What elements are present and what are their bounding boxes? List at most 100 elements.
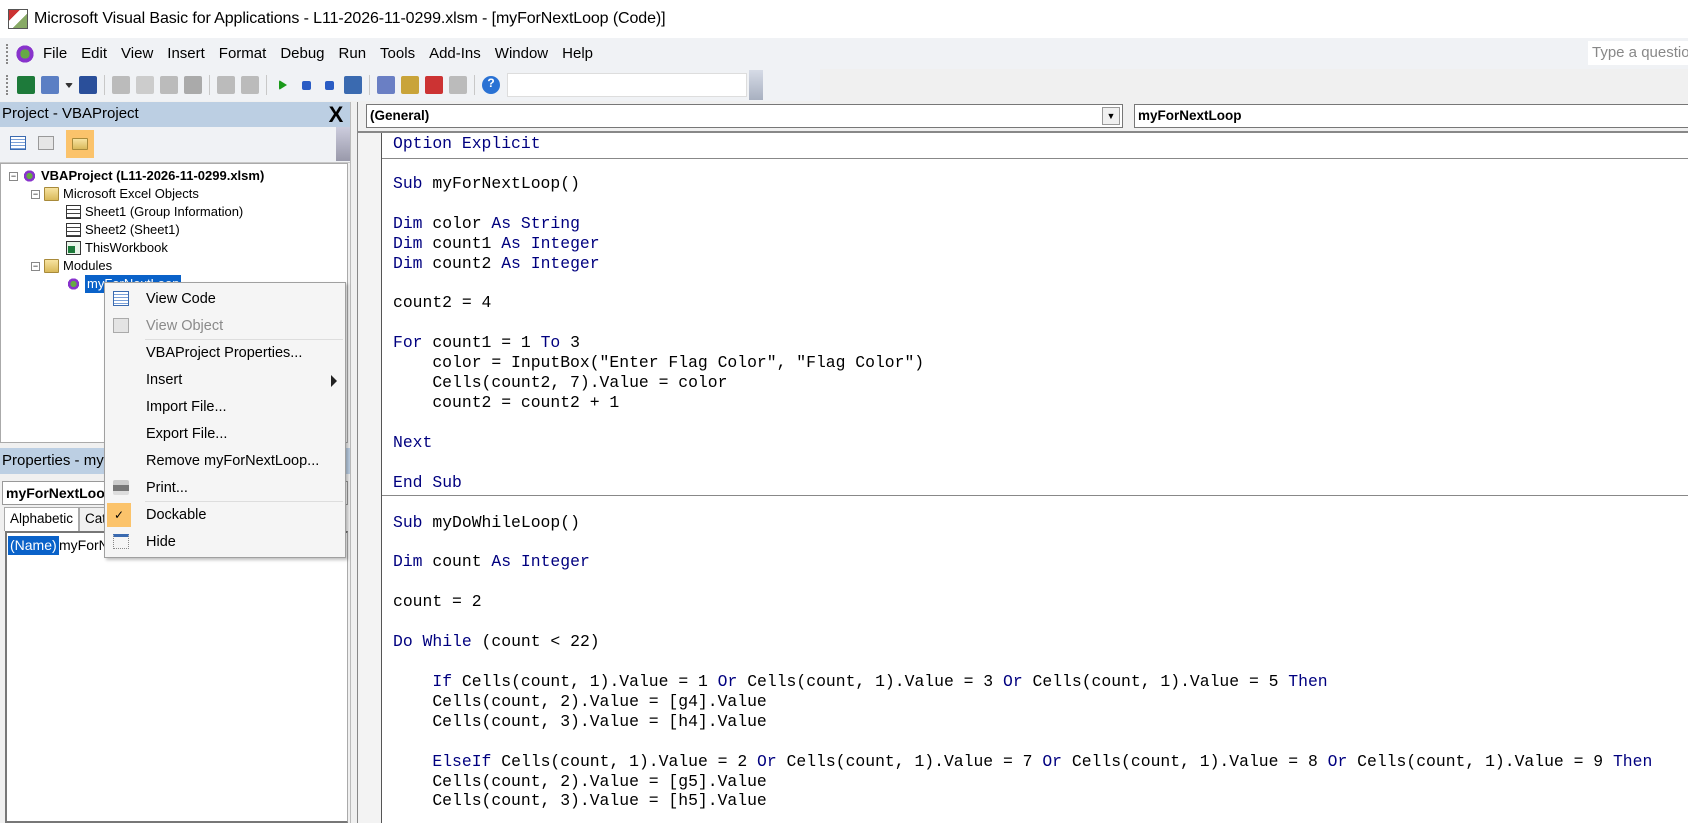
procedure-combo-value: myForNextLoop bbox=[1138, 108, 1242, 123]
collapse-icon[interactable]: − bbox=[31, 261, 40, 271]
redo-icon[interactable] bbox=[241, 76, 259, 94]
copy-icon[interactable] bbox=[136, 76, 154, 94]
chevron-down-icon[interactable]: ▼ bbox=[1102, 107, 1120, 125]
menu-item-label: View Code bbox=[146, 291, 216, 307]
help-search-input[interactable]: Type a question for help bbox=[1588, 41, 1688, 65]
toolbox-icon[interactable] bbox=[449, 76, 467, 94]
object-browser-icon[interactable] bbox=[425, 76, 443, 94]
menu-tools[interactable]: Tools bbox=[373, 45, 422, 62]
design-mode-icon[interactable] bbox=[344, 76, 362, 94]
tree-item[interactable]: − Microsoft Excel Objects bbox=[31, 185, 199, 203]
menu-item-label: Print... bbox=[146, 480, 188, 496]
cut-icon[interactable] bbox=[112, 76, 130, 94]
menu-bar: File Edit View Insert Format Debug Run Tools Add… bbox=[0, 38, 1688, 69]
menu-item-print[interactable]: Print... bbox=[105, 475, 345, 501]
properties-window-icon[interactable] bbox=[401, 76, 419, 94]
toolbar-separator bbox=[209, 75, 210, 95]
view-object-icon[interactable] bbox=[38, 136, 54, 150]
code-line: Sub myDoWhileLoop() bbox=[393, 512, 580, 532]
run-icon[interactable] bbox=[279, 80, 287, 90]
tree-item[interactable]: − VBAProject (L11-2026-11-0299.xlsm) bbox=[9, 167, 264, 185]
menu-item-export-file[interactable]: Export File... bbox=[105, 421, 345, 447]
excel-icon[interactable] bbox=[17, 76, 35, 94]
tree-item[interactable]: Sheet1 (Group Information) bbox=[66, 203, 243, 221]
code-editor[interactable]: Option Explicit Sub myForNextLoop() Dim … bbox=[358, 131, 1688, 823]
tab-alphabetic[interactable]: Alphabetic bbox=[4, 507, 80, 531]
view-code-icon[interactable] bbox=[10, 136, 26, 150]
procedure-combo[interactable]: myForNextLoop bbox=[1134, 104, 1688, 128]
menu-item-hide[interactable]: Hide bbox=[105, 529, 345, 555]
save-icon[interactable] bbox=[79, 76, 97, 94]
object-combo[interactable]: (General) ▼ bbox=[366, 104, 1123, 128]
toolbar-grip[interactable] bbox=[6, 43, 10, 64]
toolbar-grip[interactable] bbox=[6, 75, 10, 95]
menu-item-dockable[interactable]: ✓ Dockable bbox=[105, 502, 345, 528]
tree-item-label: ThisWorkbook bbox=[85, 240, 168, 255]
tree-item-label: Sheet2 (Sheet1) bbox=[85, 222, 180, 237]
menu-item-view-code[interactable]: View Code bbox=[105, 286, 345, 312]
paste-icon[interactable] bbox=[160, 76, 178, 94]
panel-splitter[interactable] bbox=[350, 102, 358, 823]
menu-item-remove-myfornextloop[interactable]: Remove myForNextLoop... bbox=[105, 448, 345, 474]
insert-userform-icon[interactable] bbox=[41, 76, 59, 94]
tree-item[interactable]: ThisWorkbook bbox=[66, 239, 168, 257]
tree-item[interactable]: − Modules bbox=[31, 257, 112, 275]
undo-icon[interactable] bbox=[217, 76, 235, 94]
scroll-arrow[interactable] bbox=[336, 127, 350, 161]
project-explorer-icon[interactable] bbox=[377, 76, 395, 94]
print-icon bbox=[113, 480, 129, 495]
property-name[interactable]: (Name) bbox=[8, 536, 59, 555]
toggle-folders-button[interactable] bbox=[66, 130, 94, 158]
code-line: Dim count1 As Integer bbox=[393, 233, 600, 253]
break-icon[interactable] bbox=[302, 80, 311, 90]
margin-indicator-bar[interactable] bbox=[358, 133, 382, 823]
code-line: For count1 = 1 To 3 bbox=[393, 333, 580, 353]
menu-item-label: Import File... bbox=[146, 399, 227, 415]
folder-icon bbox=[44, 187, 59, 201]
chevron-right-icon bbox=[331, 375, 337, 387]
project-explorer-toolbar bbox=[0, 127, 350, 163]
menu-add-ins[interactable]: Add-Ins bbox=[422, 45, 488, 62]
check-icon: ✓ bbox=[107, 503, 131, 527]
menu-format[interactable]: Format bbox=[212, 45, 274, 62]
dropdown-icon[interactable] bbox=[65, 82, 73, 88]
help-icon[interactable]: ? bbox=[482, 76, 500, 94]
menu-file[interactable]: File bbox=[36, 45, 74, 62]
menu-help[interactable]: Help bbox=[555, 45, 600, 62]
menu-item-vbaproject-properties[interactable]: VBAProject Properties... bbox=[105, 340, 345, 366]
find-icon[interactable] bbox=[184, 76, 202, 94]
menu-item-view-object: View Object bbox=[105, 313, 345, 339]
close-project-explorer-button[interactable]: X bbox=[324, 102, 348, 127]
collapse-icon[interactable]: − bbox=[31, 189, 40, 199]
menu-run[interactable]: Run bbox=[332, 45, 374, 62]
view-code-icon bbox=[113, 291, 129, 306]
menu-view[interactable]: View bbox=[114, 45, 160, 62]
toolbar-options-button[interactable] bbox=[749, 70, 763, 100]
menu-item-insert[interactable]: Insert bbox=[105, 367, 345, 393]
code-line: Cells(count, 2).Value = [g5].Value bbox=[393, 771, 767, 791]
window-title: Microsoft Visual Basic for Applications … bbox=[34, 10, 666, 27]
menu-item-import-file[interactable]: Import File... bbox=[105, 394, 345, 420]
code-line: Dim count As Integer bbox=[393, 552, 590, 572]
menu-window[interactable]: Window bbox=[488, 45, 555, 62]
code-line: Cells(count2, 7).Value = color bbox=[393, 373, 728, 393]
collapse-icon[interactable]: − bbox=[9, 171, 18, 181]
reset-icon[interactable] bbox=[325, 80, 334, 90]
menu-edit[interactable]: Edit bbox=[74, 45, 114, 62]
menu-item-label: Export File... bbox=[146, 426, 228, 442]
tree-item-label: Microsoft Excel Objects bbox=[63, 186, 199, 201]
menu-debug[interactable]: Debug bbox=[273, 45, 331, 62]
code-line: count = 2 bbox=[393, 592, 482, 612]
tree-item-label: VBAProject (L11-2026-11-0299.xlsm) bbox=[41, 168, 265, 183]
module-icon bbox=[66, 277, 81, 291]
vba-menu-icon[interactable] bbox=[14, 42, 36, 65]
menu-insert[interactable]: Insert bbox=[160, 45, 212, 62]
code-line: Do While (count < 22) bbox=[393, 632, 600, 652]
tree-item[interactable]: Sheet2 (Sheet1) bbox=[66, 221, 180, 239]
code-line: End Sub bbox=[393, 472, 462, 492]
